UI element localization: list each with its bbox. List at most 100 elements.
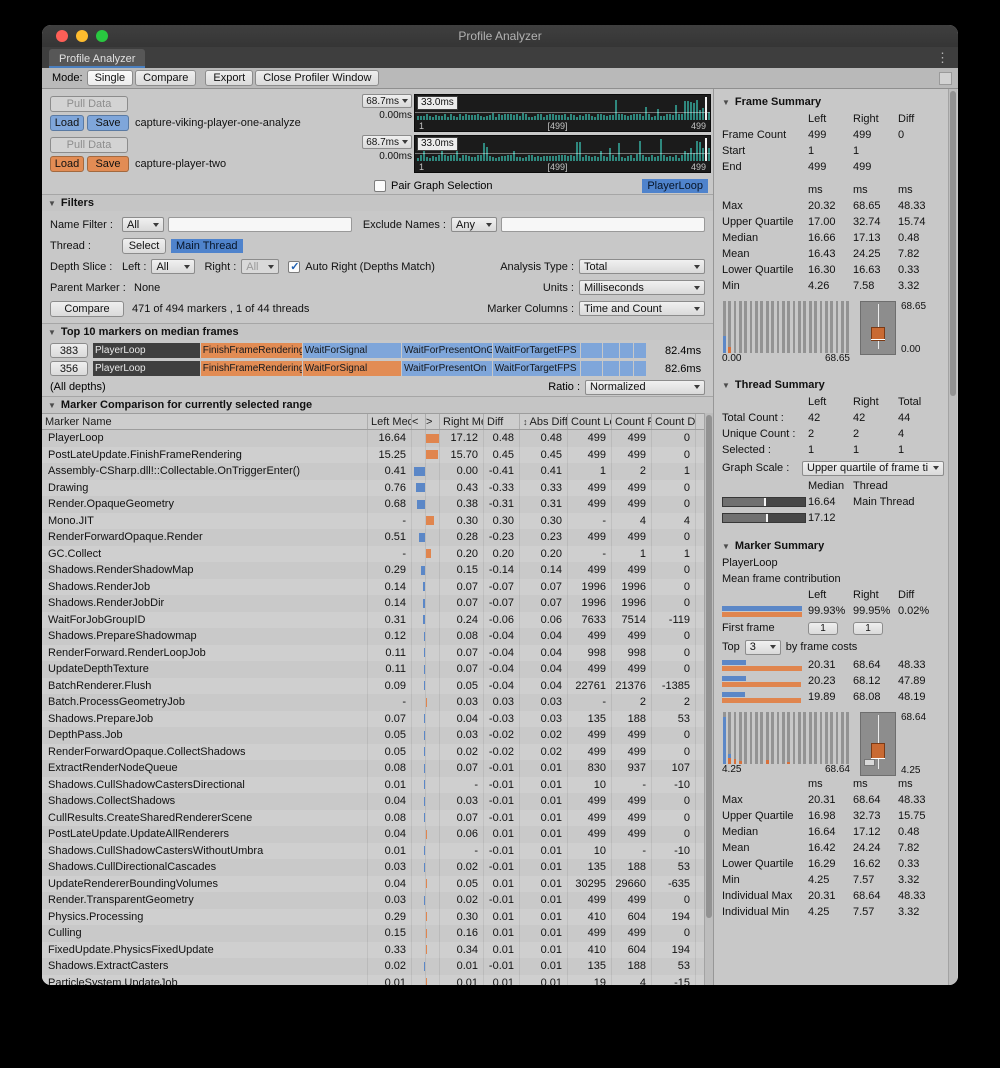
close-button[interactable] bbox=[56, 30, 68, 42]
first-frame-left-button[interactable]: 1 bbox=[808, 622, 838, 635]
marker-segment[interactable]: WaitForSignal bbox=[303, 361, 402, 376]
table-row[interactable]: Shadows.CullShadowCastersDirectional0.01… bbox=[42, 777, 713, 794]
table-row[interactable]: CullResults.CreateSharedRendererScene0.0… bbox=[42, 810, 713, 827]
marker-segment[interactable] bbox=[603, 343, 620, 358]
table-row[interactable]: Batch.ProcessGeometryJob-0.030.030.03-22 bbox=[42, 694, 713, 711]
table-row[interactable]: Mono.JIT-0.300.300.30-44 bbox=[42, 513, 713, 530]
table-row[interactable]: Render.TransparentGeometry0.030.02-0.010… bbox=[42, 892, 713, 909]
frame-index-button[interactable]: 356 bbox=[50, 361, 88, 376]
frame-index-button[interactable]: 383 bbox=[50, 343, 88, 358]
marker-segment[interactable] bbox=[581, 343, 604, 358]
compare-button[interactable]: Compare bbox=[50, 301, 124, 317]
marker-segment[interactable]: WaitForTargetFPS bbox=[493, 361, 581, 376]
table-row[interactable]: Drawing0.760.43-0.330.334994990 bbox=[42, 480, 713, 497]
frame-time-graph-right[interactable]: 33.0ms 1 [499] 499 bbox=[414, 135, 711, 173]
marker-segment[interactable]: WaitForSignal bbox=[303, 343, 402, 358]
table-row[interactable]: PostLateUpdate.UpdateAllRenderers0.040.0… bbox=[42, 826, 713, 843]
top-n-dropdown[interactable]: 3 bbox=[745, 640, 781, 655]
column-header-7[interactable]: Count Le bbox=[568, 414, 612, 429]
top10-header[interactable]: Top 10 markers on median frames bbox=[42, 323, 713, 340]
load-button-right[interactable]: Load bbox=[50, 156, 84, 172]
table-row[interactable]: UpdateRendererBoundingVolumes0.040.050.0… bbox=[42, 876, 713, 893]
table-row[interactable]: Render.OpaqueGeometry0.680.38-0.310.3149… bbox=[42, 496, 713, 513]
marker-segment[interactable]: FinishFrameRendering bbox=[201, 361, 303, 376]
table-row[interactable]: DepthPass.Job0.050.03-0.020.024994990 bbox=[42, 727, 713, 744]
column-header-5[interactable]: Diff bbox=[484, 414, 520, 429]
comparison-header[interactable]: Marker Comparison for currently selected… bbox=[42, 396, 713, 413]
table-row[interactable]: ParticleSystem.UpdateJob0.010.010.010.01… bbox=[42, 975, 713, 986]
marker-segment[interactable]: WaitForPresentOn bbox=[402, 361, 493, 376]
column-header-2[interactable]: < bbox=[412, 414, 426, 429]
marker-segment[interactable] bbox=[634, 343, 645, 358]
thread-selected-chip[interactable]: Main Thread bbox=[171, 239, 243, 253]
column-header-9[interactable]: Count Di bbox=[652, 414, 696, 429]
marker-segment[interactable]: FinishFrameRendering bbox=[201, 343, 303, 358]
load-button-left[interactable]: Load bbox=[50, 115, 84, 131]
table-row[interactable]: Shadows.CullDirectionalCascades0.030.02-… bbox=[42, 859, 713, 876]
exclude-names-input[interactable] bbox=[501, 217, 705, 232]
table-row[interactable]: RenderForward.RenderLoopJob0.110.07-0.04… bbox=[42, 645, 713, 662]
pair-graph-checkbox[interactable] bbox=[374, 180, 386, 192]
table-row[interactable]: Physics.Processing0.290.300.010.01410604… bbox=[42, 909, 713, 926]
thread-select-button[interactable]: Select bbox=[122, 238, 166, 254]
table-row[interactable]: Shadows.PrepareShadowmap0.120.08-0.040.0… bbox=[42, 628, 713, 645]
filters-header[interactable]: Filters bbox=[42, 194, 713, 211]
mode-button-single[interactable]: Single bbox=[87, 70, 134, 86]
depth-right-dropdown[interactable]: All bbox=[241, 259, 279, 274]
table-row[interactable]: RenderForwardOpaque.Render0.510.28-0.230… bbox=[42, 529, 713, 546]
scrollbar-thumb[interactable] bbox=[950, 91, 956, 396]
graph-scale-dropdown[interactable]: Upper quartile of frame ti bbox=[802, 461, 944, 476]
marker-table-scrollbar[interactable] bbox=[704, 413, 713, 985]
tab-profile-analyzer[interactable]: Profile Analyzer bbox=[49, 49, 145, 68]
column-header-8[interactable]: Count Ri bbox=[612, 414, 652, 429]
marker-segment[interactable] bbox=[634, 361, 645, 376]
first-frame-right-button[interactable]: 1 bbox=[853, 622, 883, 635]
thread-summary-header[interactable]: Thread Summary bbox=[722, 376, 944, 394]
marker-segment[interactable]: PlayerLoop bbox=[93, 361, 201, 376]
marker-segment[interactable]: PlayerLoop bbox=[93, 343, 201, 358]
table-row[interactable]: Shadows.ExtractCasters0.020.01-0.010.011… bbox=[42, 958, 713, 975]
mode-button-export[interactable]: Export bbox=[205, 70, 253, 86]
save-button-left[interactable]: Save bbox=[87, 115, 129, 131]
column-header-4[interactable]: Right Me bbox=[440, 414, 484, 429]
table-row[interactable]: Shadows.RenderJob0.140.07-0.070.07199619… bbox=[42, 579, 713, 596]
marker-segment[interactable]: WaitForPresentOnG bbox=[402, 343, 493, 358]
scrollbar-thumb[interactable] bbox=[706, 415, 712, 918]
save-button-right[interactable]: Save bbox=[87, 156, 129, 172]
marker-columns-dropdown[interactable]: Time and Count bbox=[579, 301, 705, 316]
column-header-1[interactable]: Left Med bbox=[368, 414, 412, 429]
table-row[interactable]: FixedUpdate.PhysicsFixedUpdate0.330.340.… bbox=[42, 942, 713, 959]
minimize-button[interactable] bbox=[76, 30, 88, 42]
marker-segment[interactable]: WaitForTargetFPS bbox=[493, 343, 581, 358]
zoom-button[interactable] bbox=[96, 30, 108, 42]
graph-scale-dropdown-right[interactable]: 68.7ms bbox=[362, 135, 412, 149]
table-row[interactable]: ExtractRenderNodeQueue0.080.07-0.010.018… bbox=[42, 760, 713, 777]
marker-segment[interactable] bbox=[581, 361, 604, 376]
column-header-0[interactable]: Marker Name bbox=[42, 414, 368, 429]
exclude-mode-dropdown[interactable]: Any bbox=[451, 217, 497, 232]
marker-segment[interactable] bbox=[620, 343, 634, 358]
name-filter-input[interactable] bbox=[168, 217, 352, 232]
table-row[interactable]: Shadows.RenderJobDir0.140.07-0.070.07199… bbox=[42, 595, 713, 612]
table-row[interactable]: GC.Collect-0.200.200.20-11 bbox=[42, 546, 713, 563]
table-row[interactable]: Culling0.150.160.010.014994990 bbox=[42, 925, 713, 942]
top-frame-cost-row[interactable]: 20.2368.1247.89 bbox=[722, 673, 944, 689]
column-header-6[interactable]: ↕Abs Diff bbox=[520, 414, 568, 429]
table-row[interactable]: BatchRenderer.Flush0.090.05-0.040.042276… bbox=[42, 678, 713, 695]
marker-summary-header[interactable]: Marker Summary bbox=[722, 537, 944, 555]
top-frame-cost-row[interactable]: 20.3168.6448.33 bbox=[722, 657, 944, 673]
analysis-type-dropdown[interactable]: Total bbox=[579, 259, 705, 274]
mode-button-compare[interactable]: Compare bbox=[135, 70, 196, 86]
titlebar[interactable]: Profile Analyzer bbox=[42, 25, 958, 47]
pull-data-button-right[interactable]: Pull Data bbox=[50, 137, 128, 153]
frame-summary-header[interactable]: Frame Summary bbox=[722, 93, 944, 111]
pull-data-button-left[interactable]: Pull Data bbox=[50, 96, 128, 112]
thread-row[interactable]: 16.64Main Thread bbox=[722, 494, 944, 510]
table-row[interactable]: PlayerLoop16.6417.120.480.484994990 bbox=[42, 430, 713, 447]
column-header-3[interactable]: > bbox=[426, 414, 440, 429]
table-row[interactable]: Shadows.PrepareJob0.070.04-0.030.0313518… bbox=[42, 711, 713, 728]
depth-left-dropdown[interactable]: All bbox=[151, 259, 195, 274]
frame-time-graph-left[interactable]: 33.0ms 1 [499] 499 bbox=[414, 94, 711, 132]
selected-marker-chip[interactable]: PlayerLoop bbox=[642, 179, 708, 193]
table-row[interactable]: RenderForwardOpaque.CollectShadows0.050.… bbox=[42, 744, 713, 761]
